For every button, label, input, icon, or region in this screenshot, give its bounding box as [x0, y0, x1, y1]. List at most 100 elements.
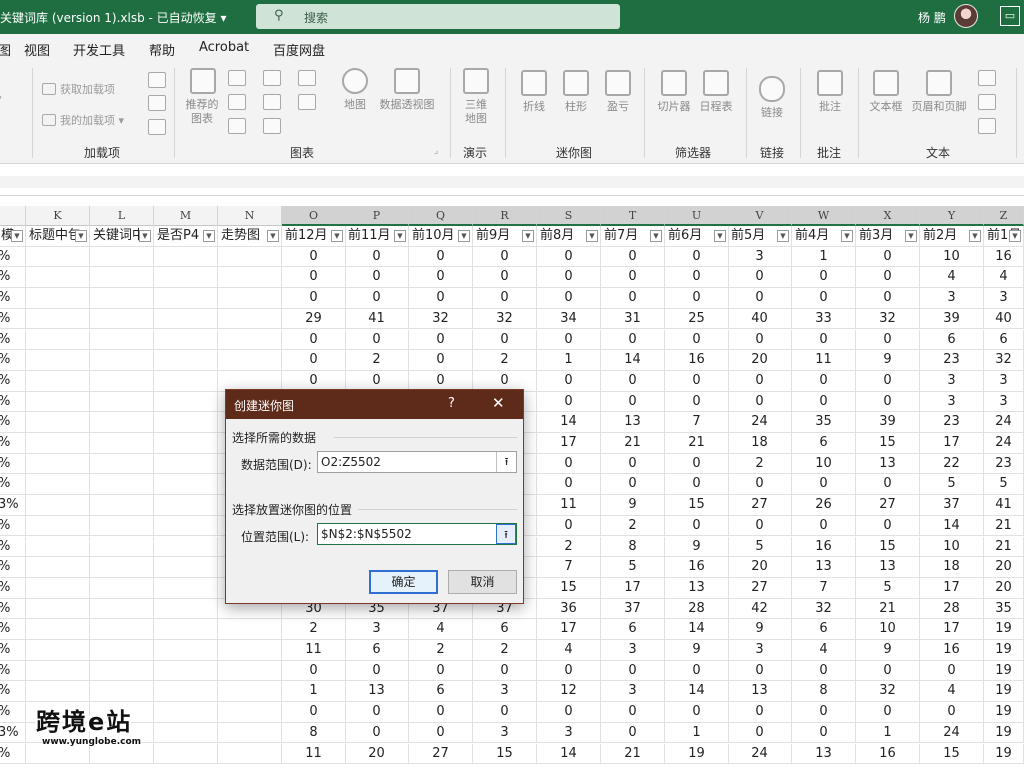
- table-cell[interactable]: 21: [984, 515, 1024, 537]
- table-cell[interactable]: %: [0, 329, 26, 351]
- table-cell[interactable]: [90, 660, 154, 682]
- table-cell[interactable]: [218, 702, 282, 723]
- table-cell[interactable]: 0: [856, 246, 920, 268]
- table-cell[interactable]: 0: [282, 350, 346, 371]
- scatter-chart-icon[interactable]: [263, 118, 281, 134]
- table-cell[interactable]: 25: [665, 308, 729, 330]
- table-cell[interactable]: 13: [345, 681, 409, 703]
- filter-dropdown-icon[interactable]: ▼: [394, 230, 406, 242]
- table-cell[interactable]: 0: [409, 702, 473, 723]
- table-cell[interactable]: 17: [920, 433, 984, 454]
- table-cell[interactable]: 13: [728, 681, 792, 703]
- column-header-partial[interactable]: [0, 206, 26, 226]
- table-cell[interactable]: 4: [409, 619, 473, 640]
- table-cell[interactable]: [26, 246, 90, 268]
- object-icon[interactable]: [978, 118, 996, 134]
- table-cell[interactable]: 17: [920, 577, 984, 599]
- header-cell[interactable]: 走势图 ▼: [218, 226, 282, 247]
- table-cell[interactable]: 20: [728, 350, 792, 371]
- table-cell[interactable]: 24: [920, 722, 984, 744]
- table-cell[interactable]: 19: [984, 619, 1024, 640]
- table-cell[interactable]: 16: [665, 350, 729, 371]
- table-cell[interactable]: 6: [792, 619, 856, 640]
- table-cell[interactable]: 15: [920, 743, 984, 765]
- link-button[interactable]: 链接: [754, 76, 790, 120]
- table-cell[interactable]: 0: [345, 722, 409, 744]
- table-cell[interactable]: 0: [537, 702, 601, 723]
- filter-dropdown-icon[interactable]: ▼: [458, 230, 470, 242]
- table-cell[interactable]: 0: [409, 246, 473, 268]
- header-cell[interactable]: 是否P4 ▼: [154, 226, 218, 247]
- menu-item-view[interactable]: 视图: [24, 40, 50, 59]
- table-cell[interactable]: 32: [473, 308, 537, 330]
- filter-dropdown-icon[interactable]: ▼: [11, 230, 23, 242]
- column-header-q[interactable]: Q: [409, 206, 473, 226]
- table-cell[interactable]: 32: [409, 308, 473, 330]
- header-cell[interactable]: 标题中包 ▼: [26, 226, 90, 247]
- table-cell[interactable]: 0: [728, 660, 792, 682]
- table-cell[interactable]: 14: [665, 681, 729, 703]
- table-cell[interactable]: 5: [856, 577, 920, 599]
- table-cell[interactable]: 15: [537, 577, 601, 599]
- user-name[interactable]: 杨 鹏: [918, 9, 946, 26]
- recommended-charts-button[interactable]: 推荐的图表: [182, 68, 224, 126]
- textbox-button[interactable]: 文本框: [866, 70, 906, 114]
- comment-button[interactable]: 批注: [810, 70, 850, 114]
- table-cell[interactable]: %: [0, 702, 26, 723]
- table-cell[interactable]: [218, 743, 282, 765]
- sparkline-column-button[interactable]: 柱形: [558, 70, 594, 114]
- table-cell[interactable]: 3: [537, 722, 601, 744]
- table-cell[interactable]: 0: [282, 288, 346, 309]
- table-cell[interactable]: 4: [984, 267, 1024, 289]
- table-cell[interactable]: [26, 495, 90, 516]
- table-cell[interactable]: 3: [601, 640, 665, 661]
- table-cell[interactable]: [90, 246, 154, 268]
- table-cell[interactable]: 39: [856, 412, 920, 433]
- table-cell[interactable]: 0: [282, 246, 346, 268]
- table-cell[interactable]: [154, 246, 218, 268]
- table-cell[interactable]: 2: [345, 350, 409, 371]
- table-cell[interactable]: 3: [984, 391, 1024, 413]
- table-cell[interactable]: %: [0, 515, 26, 537]
- table-cell[interactable]: 0: [282, 267, 346, 289]
- filter-dropdown-icon[interactable]: ▼: [522, 230, 534, 242]
- range-picker-icon[interactable]: ⭱: [496, 452, 516, 472]
- menu-item-help[interactable]: 帮助: [149, 40, 175, 59]
- table-cell[interactable]: 0: [665, 474, 729, 496]
- table-cell[interactable]: 0: [792, 702, 856, 723]
- table-cell[interactable]: [26, 453, 90, 475]
- table-cell[interactable]: 0: [473, 267, 537, 289]
- combo-chart-icon[interactable]: [298, 94, 316, 110]
- table-cell[interactable]: 0: [473, 702, 537, 723]
- table-cell[interactable]: 24: [728, 743, 792, 765]
- table-cell[interactable]: [90, 557, 154, 578]
- table-cell[interactable]: [26, 288, 90, 309]
- table-cell[interactable]: [90, 619, 154, 640]
- table-cell[interactable]: 6: [792, 433, 856, 454]
- table-cell[interactable]: 16: [984, 246, 1024, 268]
- table-cell[interactable]: 2: [473, 640, 537, 661]
- table-cell[interactable]: 2: [537, 536, 601, 558]
- table-cell[interactable]: 0: [409, 660, 473, 682]
- table-cell[interactable]: 15: [665, 495, 729, 516]
- table-cell[interactable]: [26, 412, 90, 433]
- table-cell[interactable]: 0: [665, 702, 729, 723]
- table-cell[interactable]: [154, 391, 218, 413]
- column-header-u[interactable]: U: [665, 206, 729, 226]
- table-cell[interactable]: 3: [473, 722, 537, 744]
- table-cell[interactable]: [154, 515, 218, 537]
- table-cell[interactable]: 1: [282, 681, 346, 703]
- table-cell[interactable]: 34: [537, 308, 601, 330]
- table-cell[interactable]: 14: [920, 515, 984, 537]
- table-cell[interactable]: 2: [728, 453, 792, 475]
- table-cell[interactable]: 21: [665, 433, 729, 454]
- location-range-field[interactable]: $N$2:$N$5502 ⭱: [317, 523, 517, 545]
- table-cell[interactable]: 19: [665, 743, 729, 765]
- column-header-s[interactable]: S: [537, 206, 601, 226]
- table-cell[interactable]: %: [0, 640, 26, 661]
- table-cell[interactable]: %: [0, 557, 26, 578]
- table-cell[interactable]: 24: [984, 412, 1024, 433]
- table-cell[interactable]: [26, 660, 90, 682]
- filter-dropdown-icon[interactable]: ▼: [267, 230, 279, 242]
- table-cell[interactable]: %: [0, 412, 26, 433]
